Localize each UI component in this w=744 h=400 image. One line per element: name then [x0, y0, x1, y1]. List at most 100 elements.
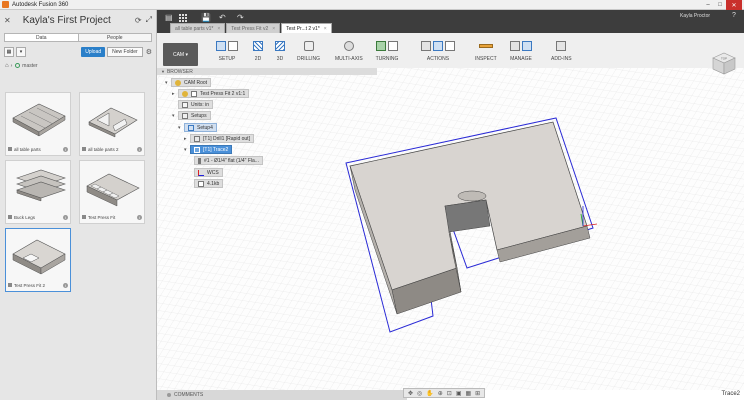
data-panel-grid-icon[interactable] [179, 14, 187, 22]
info-icon[interactable]: i [63, 146, 68, 152]
ribbon-group-label: 2D [254, 56, 262, 62]
tree-node-label: WCS [207, 169, 219, 176]
ribbon-group-2d[interactable]: 2D [252, 39, 264, 62]
hub-icon[interactable]: ⌂ [5, 63, 9, 69]
zoom-window-icon[interactable]: ⊡ [447, 390, 452, 397]
viewport-canvas[interactable] [157, 68, 744, 390]
data-panel: ✕ Kayla's First Project ⟳ ⤢ Data People … [0, 10, 157, 400]
tab-document-active[interactable]: Test Pr...t 2 v1* × [281, 23, 332, 33]
turning-icon [376, 41, 386, 51]
tab-document[interactable]: all table parts v1* × [170, 23, 226, 33]
close-tab-icon[interactable]: × [272, 26, 275, 32]
setup-icon [216, 41, 226, 51]
help-icon[interactable]: ? [732, 12, 736, 19]
status-text: Trace2 [721, 391, 740, 397]
template-library-icon [522, 41, 532, 51]
browser-header[interactable]: ▼ BROWSER [157, 68, 377, 75]
grid-settings-icon[interactable]: ▦ [466, 390, 472, 397]
info-icon[interactable]: i [63, 282, 68, 288]
view-dropdown-icon[interactable]: ▾ [16, 47, 26, 57]
data-panel-toolbar: ▦ ▾ Upload New Folder ⚙ [0, 46, 156, 58]
collapse-arrow-icon[interactable]: ▼ [161, 69, 165, 74]
multi-axis-icon [343, 41, 354, 51]
tab-document[interactable]: Test Press Fit v2 × [226, 23, 281, 33]
ribbon-group-drilling[interactable]: DRILLING [297, 39, 320, 62]
ribbon-group-3d[interactable]: 3D [274, 39, 286, 62]
ribbon-group-multi-axis[interactable]: MULTI-AXIS [335, 39, 363, 62]
minimize-icon[interactable]: – [702, 0, 714, 10]
tree-node-setup4[interactable]: ▾ Setup4 [178, 123, 217, 132]
tree-node-box: [T1] Drill1 [Rapid out] [190, 134, 254, 143]
thumbnail-image [16, 169, 66, 202]
thumbnail-item[interactable]: all table parts 2 i [79, 92, 145, 156]
thumbnail-item[interactable]: Test Press Fit i [79, 160, 145, 224]
tree-node-box: WCS [194, 168, 223, 177]
info-icon[interactable]: i [137, 214, 142, 220]
tree-node-box: 4.1kb [194, 179, 224, 188]
tree-node-label: 4.1kb [207, 180, 220, 187]
pan-icon[interactable]: ✋ [426, 390, 433, 397]
ribbon-group-setup[interactable]: SETUP [215, 39, 239, 62]
upload-button[interactable]: Upload [81, 47, 106, 57]
tool-icon [198, 157, 201, 164]
info-icon[interactable]: i [137, 146, 142, 152]
expand-icon[interactable]: ⤢ [146, 15, 152, 25]
redo-icon[interactable]: ↷ [237, 13, 244, 22]
data-panel-tabs: Data People [4, 33, 152, 42]
tree-node-box: CAM Root [171, 78, 212, 87]
close-icon[interactable]: ✕ [726, 0, 742, 10]
gear-icon[interactable]: ⚙ [146, 48, 152, 56]
workspace-switcher[interactable]: CAM ▾ [163, 43, 198, 66]
tree-node-box: Setup4 [184, 123, 217, 132]
comments-panel[interactable]: COMMENTS [157, 390, 407, 400]
thumbnail-label: all table parts 2 [88, 146, 119, 152]
viewports-icon[interactable]: ⊞ [475, 390, 480, 397]
ribbon-group-turning[interactable]: TURNING [375, 39, 399, 62]
info-icon[interactable]: i [63, 214, 68, 220]
tab-people[interactable]: People [79, 34, 152, 41]
ribbon-group-actions[interactable]: ACTIONS [420, 39, 456, 62]
user-menu[interactable]: Kayla Proctor [680, 13, 710, 19]
new-folder-button[interactable]: New Folder [107, 47, 143, 57]
trace-op-icon [194, 146, 200, 153]
close-panel-icon[interactable]: ✕ [4, 16, 11, 25]
tree-node-size[interactable]: 4.1kb [194, 179, 224, 188]
refresh-icon[interactable]: ⟳ [135, 16, 142, 25]
comments-toggle-icon[interactable] [167, 393, 171, 397]
tab-data[interactable]: Data [5, 34, 79, 41]
tree-node-label: Units: in [191, 101, 210, 108]
tree-node-setups[interactable]: ▾ Setups [172, 111, 211, 120]
zoom-icon[interactable]: ⊕ [438, 390, 443, 397]
undo-icon[interactable]: ↶ [219, 13, 226, 22]
tree-node-label: CAM Root [184, 79, 208, 86]
data-panel-header: ✕ Kayla's First Project ⟳ ⤢ [0, 10, 156, 30]
thumbnail-caption: Test Press Fit i [82, 213, 142, 221]
tree-node-units[interactable]: Units: in [172, 100, 214, 109]
ribbon-group-inspect[interactable]: INSPECT [475, 39, 497, 62]
breadcrumb: ⌂ › master [0, 61, 156, 70]
close-tab-icon[interactable]: × [324, 26, 327, 32]
breadcrumb-master[interactable]: master [22, 63, 37, 69]
ribbon-group-add-ins[interactable]: ADD-INS [551, 39, 572, 62]
maximize-icon[interactable]: □ [714, 0, 726, 10]
tree-node-drill1[interactable]: ▸ [T1] Drill1 [Rapid out] [184, 134, 254, 143]
save-icon[interactable]: 💾 [201, 13, 211, 22]
look-at-icon[interactable]: ◎ [417, 390, 422, 397]
thumbnail-item[interactable]: Test Press Fit 2 i [5, 228, 71, 292]
tree-node-wcs[interactable]: WCS [194, 168, 223, 177]
viewcube[interactable]: TOP [710, 50, 738, 76]
display-settings-icon[interactable]: ▣ [456, 390, 462, 397]
thumbnail-item[interactable]: Buck Legs i [5, 160, 71, 224]
visibility-bulb-icon[interactable] [182, 90, 188, 97]
thumbnail-item[interactable]: all table parts i [5, 92, 71, 156]
orbit-icon[interactable]: ✥ [408, 390, 413, 397]
ribbon-group-manage[interactable]: MANAGE [509, 39, 533, 62]
grid-view-icon[interactable]: ▦ [4, 47, 14, 57]
close-tab-icon[interactable]: × [217, 26, 220, 32]
grid-menu-icon[interactable]: ▤ [165, 13, 173, 22]
tree-node-trace2[interactable]: ▾ [T1] Trace2 [184, 145, 233, 154]
tree-node-model[interactable]: ▸ Test Press Fit 2 v1:1 [172, 89, 250, 98]
tree-node-tool[interactable]: #1 - Ø1/4" flat (1/4" Fla... [194, 156, 263, 165]
tree-node-cam-root[interactable]: ▾ CAM Root [165, 78, 212, 87]
ribbon-group-label: MANAGE [510, 56, 532, 62]
